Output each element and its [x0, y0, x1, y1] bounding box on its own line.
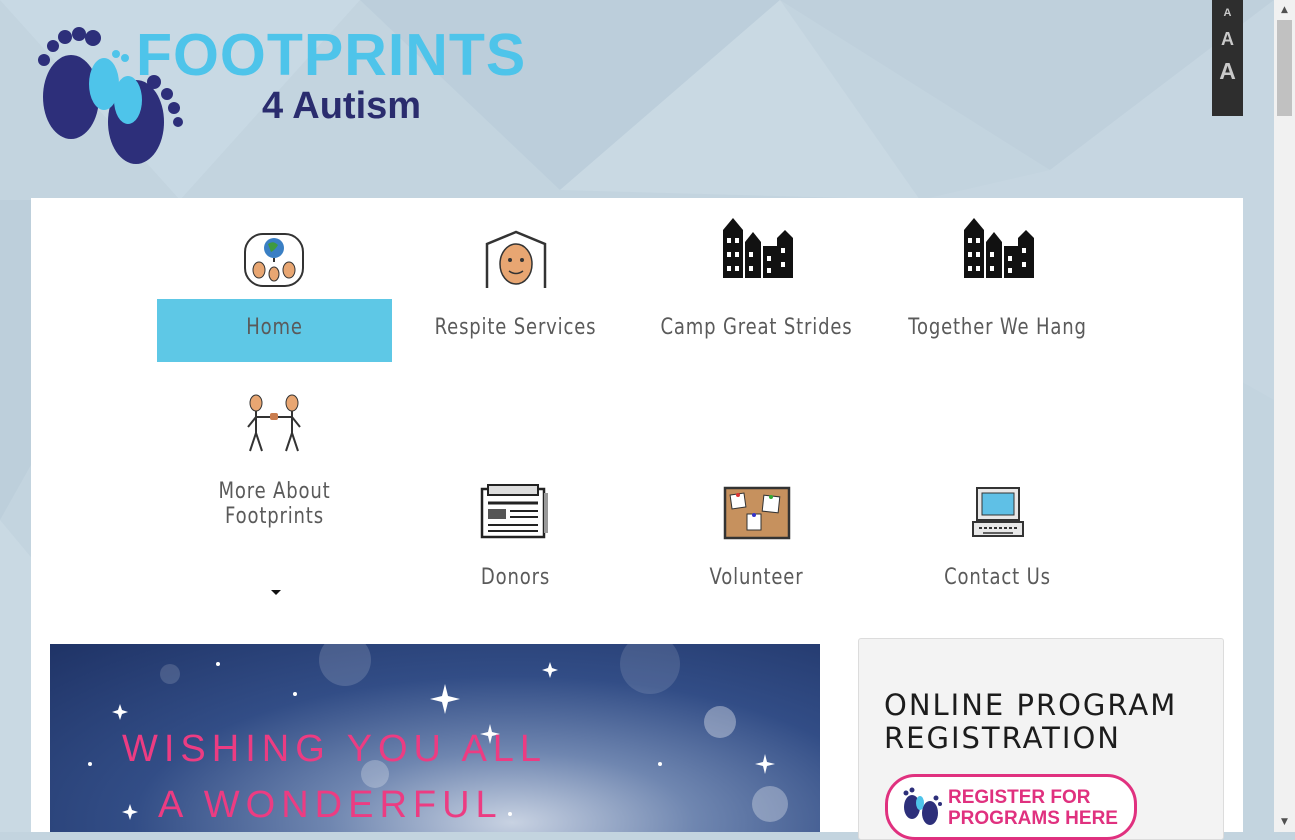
handshake-icon — [247, 394, 301, 452]
font-size-control: A A A — [1212, 0, 1243, 116]
footprints-icon — [903, 787, 942, 825]
nav-item-contact-us[interactable]: Contact Us — [880, 486, 1115, 603]
logo-subtitle: 4 Autism — [262, 85, 422, 127]
nav-item-volunteer[interactable]: Volunteer — [639, 486, 874, 603]
nav-label: Home — [246, 315, 303, 340]
font-size-medium-button[interactable]: A — [1212, 29, 1243, 50]
newspaper-icon — [480, 484, 548, 539]
register-button-label: REGISTER FOR PROGRAMS HERE — [948, 787, 1118, 829]
font-size-small-button[interactable]: A — [1212, 7, 1243, 19]
nav-label: Donors — [480, 565, 551, 590]
nav-item-donors[interactable]: Donors — [398, 483, 633, 603]
nav-item-more-about-footprints[interactable]: More About Footprints — [157, 391, 392, 601]
nav-label: Contact Us — [944, 565, 1051, 590]
nav-label: Volunteer — [709, 565, 804, 590]
scroll-down-arrow-icon[interactable]: ▼ — [1274, 814, 1295, 830]
font-size-large-button[interactable]: A — [1212, 58, 1243, 85]
house-person-icon — [485, 230, 547, 288]
banner-line-2: A WONDERFUL — [158, 784, 503, 826]
banner-line-1: WISHING YOU ALL — [122, 728, 548, 770]
registration-widget: ONLINE PROGRAM REGISTRATION REGISTER FOR… — [858, 638, 1224, 840]
nav-label: Together We Hang — [908, 315, 1087, 340]
main-content: Home Respite Services Camp Great Strides — [31, 198, 1243, 840]
nav-item-respite-services[interactable]: Respite Services — [398, 230, 633, 362]
nav-item-camp-great-strides[interactable]: Camp Great Strides — [639, 218, 874, 362]
family-globe-icon — [244, 233, 304, 287]
dropdown-caret-icon[interactable] — [270, 589, 282, 597]
nav-label: More About Footprints — [218, 479, 331, 529]
register-programs-button[interactable]: REGISTER FOR PROGRAMS HERE — [885, 774, 1137, 840]
nav-item-together-we-hang[interactable]: Together We Hang — [880, 218, 1115, 362]
site-header: FOOTPRINTS 4 Autism — [0, 0, 1274, 198]
bulletin-board-icon — [723, 486, 791, 540]
nav-item-home[interactable]: Home — [157, 230, 392, 362]
site-logo[interactable]: FOOTPRINTS 4 Autism — [36, 22, 556, 172]
nav-label: Respite Services — [434, 315, 597, 340]
scrollbar[interactable]: ▲ ▼ — [1274, 0, 1295, 832]
buildings-icon — [723, 218, 793, 278]
holiday-banner: WISHING YOU ALL A WONDERFUL — [50, 644, 820, 832]
registration-title: ONLINE PROGRAM REGISTRATION — [884, 688, 1178, 755]
nav-label: Camp Great Strides — [660, 315, 853, 340]
buildings-icon — [964, 218, 1034, 278]
scroll-thumb[interactable] — [1277, 20, 1292, 116]
logo-title: FOOTPRINTS — [136, 22, 527, 88]
laptop-icon — [972, 487, 1024, 537]
scroll-up-arrow-icon[interactable]: ▲ — [1274, 2, 1295, 18]
